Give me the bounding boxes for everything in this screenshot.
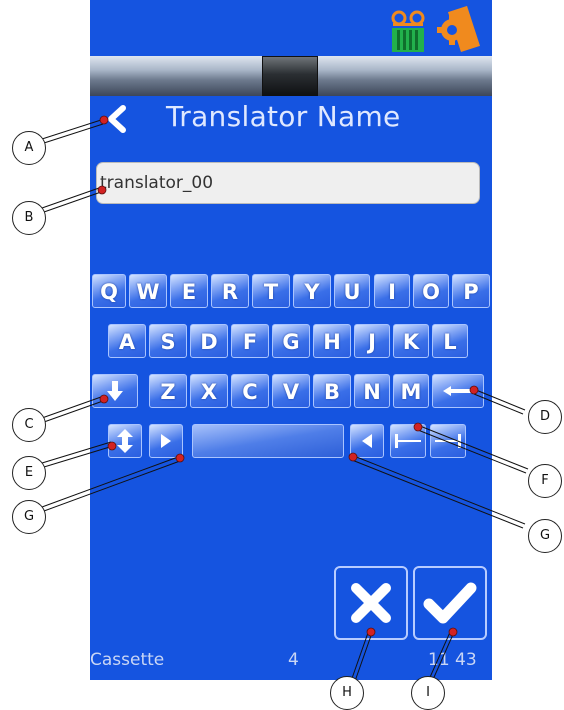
callout-e: E bbox=[12, 456, 46, 490]
callout-a: A bbox=[12, 131, 46, 165]
callout-c: C bbox=[12, 408, 46, 442]
callout-f: F bbox=[528, 464, 562, 498]
callout-h: H bbox=[330, 676, 364, 710]
callout-i: I bbox=[411, 676, 445, 710]
callout-b: B bbox=[12, 201, 46, 235]
callout-g-right: G bbox=[528, 519, 562, 553]
callout-leader-lines bbox=[41, 115, 529, 685]
callout-d: D bbox=[528, 400, 562, 434]
callout-g-left: G bbox=[12, 500, 46, 534]
